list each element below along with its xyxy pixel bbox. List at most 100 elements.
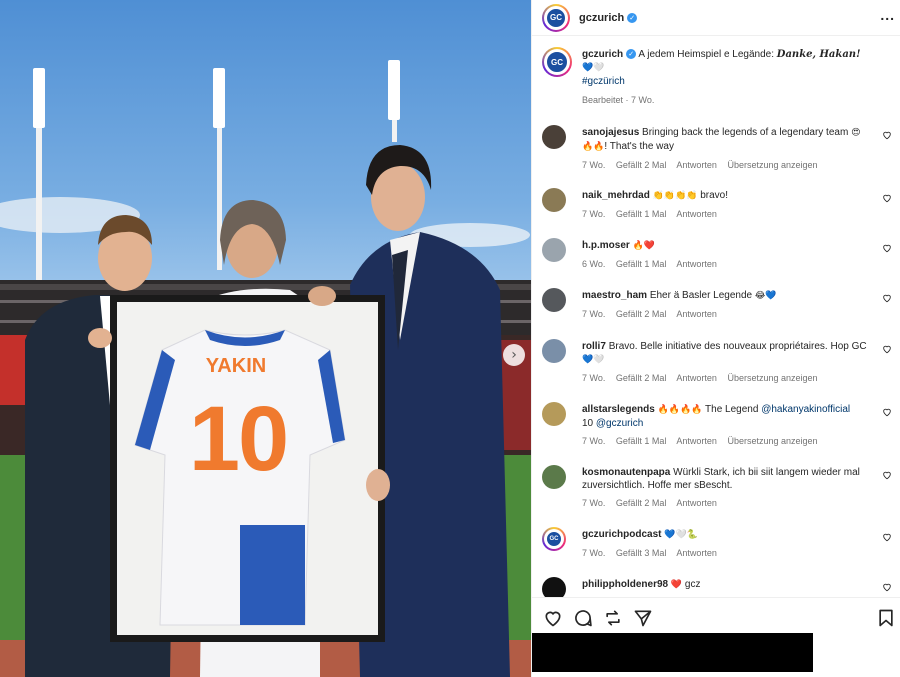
comment-emoji: 🔥🔥 [582,142,605,152]
photo-illustration: YAKIN 10 [0,60,531,677]
avatar[interactable] [542,125,566,149]
gc-logo-icon: GC [546,7,566,28]
caption-bold-text: Danke, Hakan! [776,49,861,60]
reply-button[interactable]: Antworten [676,373,717,383]
heart-icon[interactable] [882,582,892,592]
reply-button[interactable]: Antworten [676,259,717,269]
caption-avatar[interactable]: GC [542,47,572,77]
heart-icon[interactable] [882,193,892,203]
reply-button[interactable]: Antworten [676,309,717,319]
reply-button[interactable]: Antworten [676,498,717,508]
comment-emoji: 💙🤍🐍 [664,530,698,540]
comment-likes-link[interactable]: Gefällt 1 Mal [616,259,667,269]
comments-list[interactable]: GC gczurich ✓ A jedem Heimspiel e Legände… [532,37,900,597]
post-action-bar [532,597,900,633]
translate-button[interactable]: Übersetzung anzeigen [727,373,817,383]
gc-logo-icon: GC [546,531,562,547]
comment-age: 7 Wo. [582,373,606,383]
reply-button[interactable]: Antworten [676,548,717,558]
comment-emoji: 😂💙 [754,291,777,301]
comment-text: Bravo. Belle initiative des nouveaux pro… [608,341,867,352]
comment-username[interactable]: rolli7 [582,341,606,352]
comment-username[interactable]: maestro_ham [582,290,647,301]
next-image-button[interactable]: › [503,344,525,366]
comment-emoji: 💙🤍 [582,355,605,365]
comment-username[interactable]: gczurichpodcast [582,529,661,540]
redacted-area [532,633,813,672]
heart-icon[interactable] [882,243,892,253]
repost-icon[interactable] [603,608,623,628]
comment-likes-link[interactable]: Gefällt 2 Mal [616,309,667,319]
avatar[interactable] [542,577,566,597]
comment-emoji: 🔥🔥🔥🔥 [657,405,703,415]
heart-icon[interactable] [882,532,892,542]
gc-logo-icon: GC [546,51,568,73]
caption-hashtag[interactable]: #gczürich [582,76,625,87]
comment-likes-link[interactable]: Gefällt 2 Mal [616,160,667,170]
more-options-icon[interactable]: ... [880,7,895,23]
comment-age: 7 Wo. [582,309,606,319]
comment-likes-link[interactable]: Gefällt 2 Mal [616,373,667,383]
avatar[interactable] [542,288,566,312]
caption-text: A jedem Heimspiel e Legände: [638,49,774,60]
post-side-panel: GC gczurich ✓ ... GC gczurich ✓ A jedem H… [531,0,900,677]
avatar[interactable]: GC [542,3,570,32]
comment-text: Bringing back the legends of a legendary… [642,127,849,138]
heart-icon[interactable] [882,130,892,140]
avatar[interactable] [542,188,566,212]
verified-icon: ✓ [627,12,638,23]
heart-icon[interactable] [882,344,892,354]
comment-username[interactable]: allstarslegends [582,404,655,415]
comment-age: 7 Wo. [582,498,606,508]
jersey-number-text: 10 [189,388,287,490]
comment-likes-link[interactable]: Gefällt 1 Mal [616,209,667,219]
heart-icon[interactable] [882,470,892,480]
comment-text: ! That's the way [604,141,674,152]
avatar[interactable] [542,465,566,489]
comment-likes-link[interactable]: Gefällt 1 Mal [616,436,667,446]
comment-username[interactable]: naik_mehrdad [582,190,650,201]
avatar[interactable]: GC [542,527,566,551]
avatar[interactable] [542,238,566,262]
reply-button[interactable]: Antworten [676,160,717,170]
reply-button[interactable]: Antworten [676,209,717,219]
send-icon[interactable] [633,608,653,628]
comment-likes-link[interactable]: Gefällt 2 Mal [616,498,667,508]
comment-emoji: ❤️ [670,580,683,590]
heart-icon[interactable] [882,407,892,417]
translate-button[interactable]: Übersetzung anzeigen [727,160,817,170]
blue-heart-emoji: 💙🤍 [582,63,605,73]
comment-age: 6 Wo. [582,259,606,269]
post-photo[interactable]: YAKIN 10 › [0,0,531,677]
comment-emoji: 😍 [851,128,861,138]
comment-username[interactable]: h.p.moser [582,240,630,251]
comment-text: Eher ä Basler Legende [649,290,753,301]
caption-meta: Bearbeitet · 7 Wo. [582,95,655,105]
heart-icon[interactable] [882,293,892,303]
verified-icon: ✓ [626,49,637,60]
mention-link[interactable]: @gczurich [596,418,643,429]
avatar[interactable] [542,339,566,363]
comment-age: 7 Wo. [582,209,606,219]
post-header: GC gczurich ✓ ... [532,0,900,36]
chevron-right-icon: › [511,347,517,363]
comment-emoji: 👏👏👏👏 [652,191,698,201]
comment-username[interactable]: kosmonautenpapa [582,467,670,478]
comment-text: bravo! [700,190,728,201]
comment-age: 7 Wo. [582,548,606,558]
comment-age: 7 Wo. [582,436,606,446]
translate-button[interactable]: Übersetzung anzeigen [727,436,817,446]
reply-button[interactable]: Antworten [676,436,717,446]
comment-emoji: 🔥❤️ [632,241,655,251]
mention-link[interactable]: @hakanyakinofficial [761,404,850,415]
comment-icon[interactable] [573,608,593,628]
bookmark-icon[interactable] [876,608,896,628]
avatar[interactable] [542,402,566,426]
post-username[interactable]: gczurich [579,12,624,24]
caption-username[interactable]: gczurich [582,49,623,60]
comment-age: 7 Wo. [582,160,606,170]
comment-likes-link[interactable]: Gefällt 3 Mal [616,548,667,558]
like-heart-icon[interactable] [543,608,563,628]
comment-username[interactable]: philippholdener98 [582,579,668,590]
comment-username[interactable]: sanojajesus [582,127,639,138]
